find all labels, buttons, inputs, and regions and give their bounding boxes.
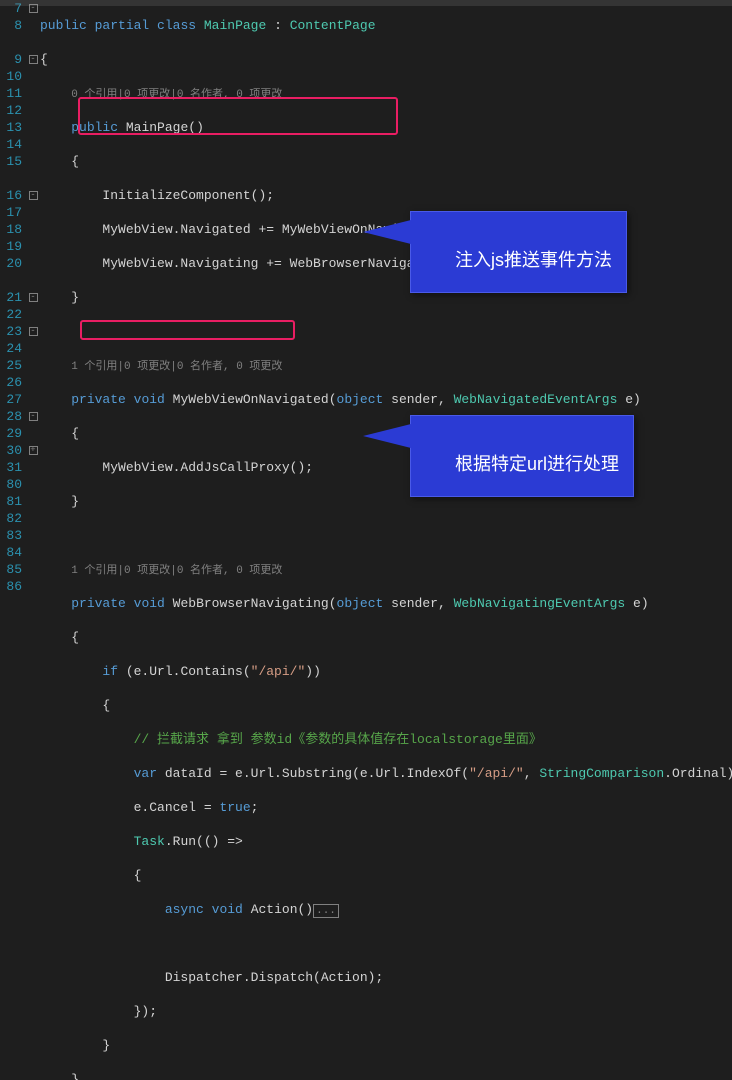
arrow-left-icon [363,220,411,244]
fold-icon[interactable]: - [29,412,38,421]
fold-icon[interactable]: - [29,191,38,200]
line-gutter: 7 8 9 10 11 12 13 14 15 16 17 18 19 20 2… [0,0,26,540]
collapsed-region[interactable]: ... [313,904,339,918]
codelens[interactable]: 0 个引用|0 项更改|0 名作者, 0 项更改 [71,89,282,101]
fold-icon[interactable]: - [29,327,38,336]
code-area[interactable]: public partial class MainPage : ContentP… [40,0,732,540]
callout-1: 注入js推送事件方法 [410,211,627,293]
fold-icon[interactable]: + [29,446,38,455]
code-editor[interactable]: 7 8 9 10 11 12 13 14 15 16 17 18 19 20 2… [0,0,732,540]
codelens[interactable]: 1 个引用|0 项更改|0 名作者, 0 项更改 [71,361,282,373]
fold-column[interactable]: - - - - - - + [26,0,40,540]
arrow-left-icon [363,424,411,448]
callout-2: 根据特定url进行处理 [410,415,634,497]
fold-icon[interactable]: - [29,55,38,64]
codelens[interactable]: 1 个引用|0 项更改|0 名作者, 0 项更改 [71,565,282,577]
fold-icon[interactable]: - [29,293,38,302]
